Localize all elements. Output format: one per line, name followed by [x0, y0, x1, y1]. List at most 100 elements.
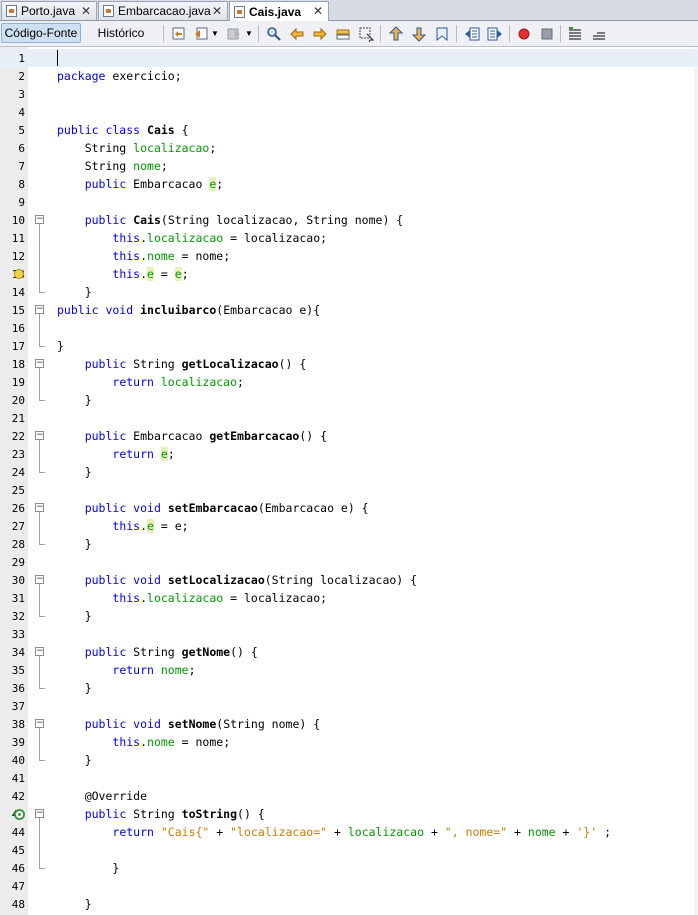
- code-line[interactable]: 32 }: [0, 607, 698, 625]
- code-line[interactable]: 31 this.localizacao = localizacao;: [0, 589, 698, 607]
- code-token: this: [112, 231, 141, 245]
- code-line[interactable]: 33: [0, 625, 698, 643]
- code-line[interactable]: 48 }: [0, 895, 698, 913]
- code-line[interactable]: 3: [0, 85, 698, 103]
- code-line[interactable]: 46 }: [0, 859, 698, 877]
- code-line[interactable]: 26 public void setEmbarcacao(Embarcacao …: [0, 499, 698, 517]
- fold-collapse-icon[interactable]: −: [35, 359, 44, 368]
- line-number: 17: [11, 340, 25, 353]
- previous-bookmark-icon[interactable]: [387, 25, 404, 42]
- code-token: () {: [230, 645, 258, 659]
- fold-collapse-icon[interactable]: −: [35, 719, 44, 728]
- code-line[interactable]: 19 return localizacao;: [0, 373, 698, 391]
- code-line[interactable]: 21: [0, 409, 698, 427]
- java-file-icon: [234, 5, 245, 18]
- code-line[interactable]: 22 public Embarcacao getEmbarcacao() {: [0, 427, 698, 445]
- code-line[interactable]: 39 this.nome = nome;: [0, 733, 698, 751]
- next-bookmark-icon[interactable]: [410, 25, 427, 42]
- history-view-button[interactable]: Histórico: [90, 23, 152, 43]
- code-line[interactable]: 4: [0, 103, 698, 121]
- fold-collapse-icon[interactable]: −: [35, 575, 44, 584]
- code-text: this.localizacao = localizacao;: [57, 231, 327, 245]
- find-next-icon[interactable]: [311, 25, 328, 42]
- tab-porto-java[interactable]: Porto.java ✕: [1, 1, 97, 20]
- warning-bulb-icon[interactable]: [14, 269, 24, 279]
- fold-collapse-icon[interactable]: −: [35, 503, 44, 512]
- last-edit-icon[interactable]: [170, 25, 187, 42]
- fold-collapse-icon[interactable]: −: [35, 647, 44, 656]
- code-line[interactable]: 34 public String getNome() {: [0, 643, 698, 661]
- code-line[interactable]: 29: [0, 553, 698, 571]
- code-line[interactable]: 41: [0, 769, 698, 787]
- start-macro-icon[interactable]: [515, 25, 532, 42]
- code-line[interactable]: 45: [0, 841, 698, 859]
- shift-left-icon[interactable]: [463, 25, 480, 42]
- code-line[interactable]: 15 public void incluibarco(Embarcacao e){: [0, 301, 698, 319]
- code-text: return nome;: [57, 663, 195, 677]
- comment-icon[interactable]: [566, 25, 583, 42]
- back-icon[interactable]: [193, 25, 210, 42]
- code-line[interactable]: 42 @Override: [0, 787, 698, 805]
- code-line[interactable]: 17}: [0, 337, 698, 355]
- code-line[interactable]: 14 }: [0, 283, 698, 301]
- code-line[interactable]: 16: [0, 319, 698, 337]
- toggle-highlight-icon[interactable]: [357, 25, 374, 42]
- code-line[interactable]: 23 return e;: [0, 445, 698, 463]
- code-token: public void: [84, 573, 161, 587]
- code-line[interactable]: 20 }: [0, 391, 698, 409]
- tab-cais-java[interactable]: Cais.java ✕: [229, 1, 329, 21]
- line-number: 20: [11, 394, 25, 407]
- code-line[interactable]: 44 return "Cais{" + "localizacao=" + loc…: [0, 823, 698, 841]
- code-line[interactable]: 6 String localizacao;: [0, 139, 698, 157]
- code-line[interactable]: 18 public String getLocalizacao() {: [0, 355, 698, 373]
- tab-embarcacao-java[interactable]: Embarcacao.java ✕: [98, 1, 228, 20]
- uncomment-icon[interactable]: [590, 25, 607, 42]
- code-line[interactable]: 30 public void setLocalizacao(String loc…: [0, 571, 698, 589]
- code-line[interactable]: 5 public class Cais {: [0, 121, 698, 139]
- fold-collapse-icon[interactable]: −: [35, 305, 44, 314]
- code-line[interactable]: 40 }: [0, 751, 698, 769]
- code-line[interactable]: 13 this.e = e;: [0, 265, 698, 283]
- find-icon[interactable]: [265, 25, 282, 42]
- close-tab-icon[interactable]: ✕: [81, 4, 91, 18]
- code-line[interactable]: 9: [0, 193, 698, 211]
- fold-collapse-icon[interactable]: −: [35, 215, 44, 224]
- code-line[interactable]: 35 return nome;: [0, 661, 698, 679]
- line-number: 12: [11, 250, 25, 263]
- back-dropdown-chevron-icon[interactable]: ▼: [210, 25, 220, 42]
- fold-collapse-icon[interactable]: −: [35, 809, 44, 818]
- line-number: 7: [18, 160, 25, 173]
- forward-dropdown-chevron-icon[interactable]: ▼: [244, 25, 254, 42]
- code-line[interactable]: 36 }: [0, 679, 698, 697]
- code-line[interactable]: 10 public Cais(String localizacao, Strin…: [0, 211, 698, 229]
- stop-macro-icon[interactable]: [538, 25, 555, 42]
- code-line[interactable]: 27 this.e = e;: [0, 517, 698, 535]
- code-line[interactable]: 8 public Embarcacao e;: [0, 175, 698, 193]
- code-line[interactable]: 12 this.nome = nome;: [0, 247, 698, 265]
- code-line[interactable]: 2 package exercicio;: [0, 67, 698, 85]
- fold-collapse-icon[interactable]: −: [35, 431, 44, 440]
- code-editor[interactable]: 1 2 package exercicio; 3 4 5 public class Cais…: [0, 47, 698, 915]
- override-icon[interactable]: [14, 809, 25, 820]
- find-previous-icon[interactable]: [288, 25, 305, 42]
- toggle-bookmark-icon[interactable]: [433, 25, 450, 42]
- code-line[interactable]: 1: [0, 49, 698, 67]
- code-line[interactable]: 43 public String toString() {: [0, 805, 698, 823]
- forward-icon[interactable]: [225, 25, 242, 42]
- code-line[interactable]: 28 }: [0, 535, 698, 553]
- code-line[interactable]: 38 public void setNome(String nome) {: [0, 715, 698, 733]
- source-view-button[interactable]: Código-Fonte: [1, 23, 81, 43]
- code-line[interactable]: 37: [0, 697, 698, 715]
- code-line[interactable]: 47: [0, 877, 698, 895]
- close-tab-icon[interactable]: ✕: [212, 4, 222, 18]
- find-selection-icon[interactable]: [334, 25, 351, 42]
- code-line[interactable]: 24 }: [0, 463, 698, 481]
- code-line[interactable]: 25: [0, 481, 698, 499]
- code-line[interactable]: 7 String nome;: [0, 157, 698, 175]
- shift-right-icon[interactable]: [486, 25, 503, 42]
- code-line[interactable]: 11 this.localizacao = localizacao;: [0, 229, 698, 247]
- close-tab-icon[interactable]: ✕: [313, 4, 323, 18]
